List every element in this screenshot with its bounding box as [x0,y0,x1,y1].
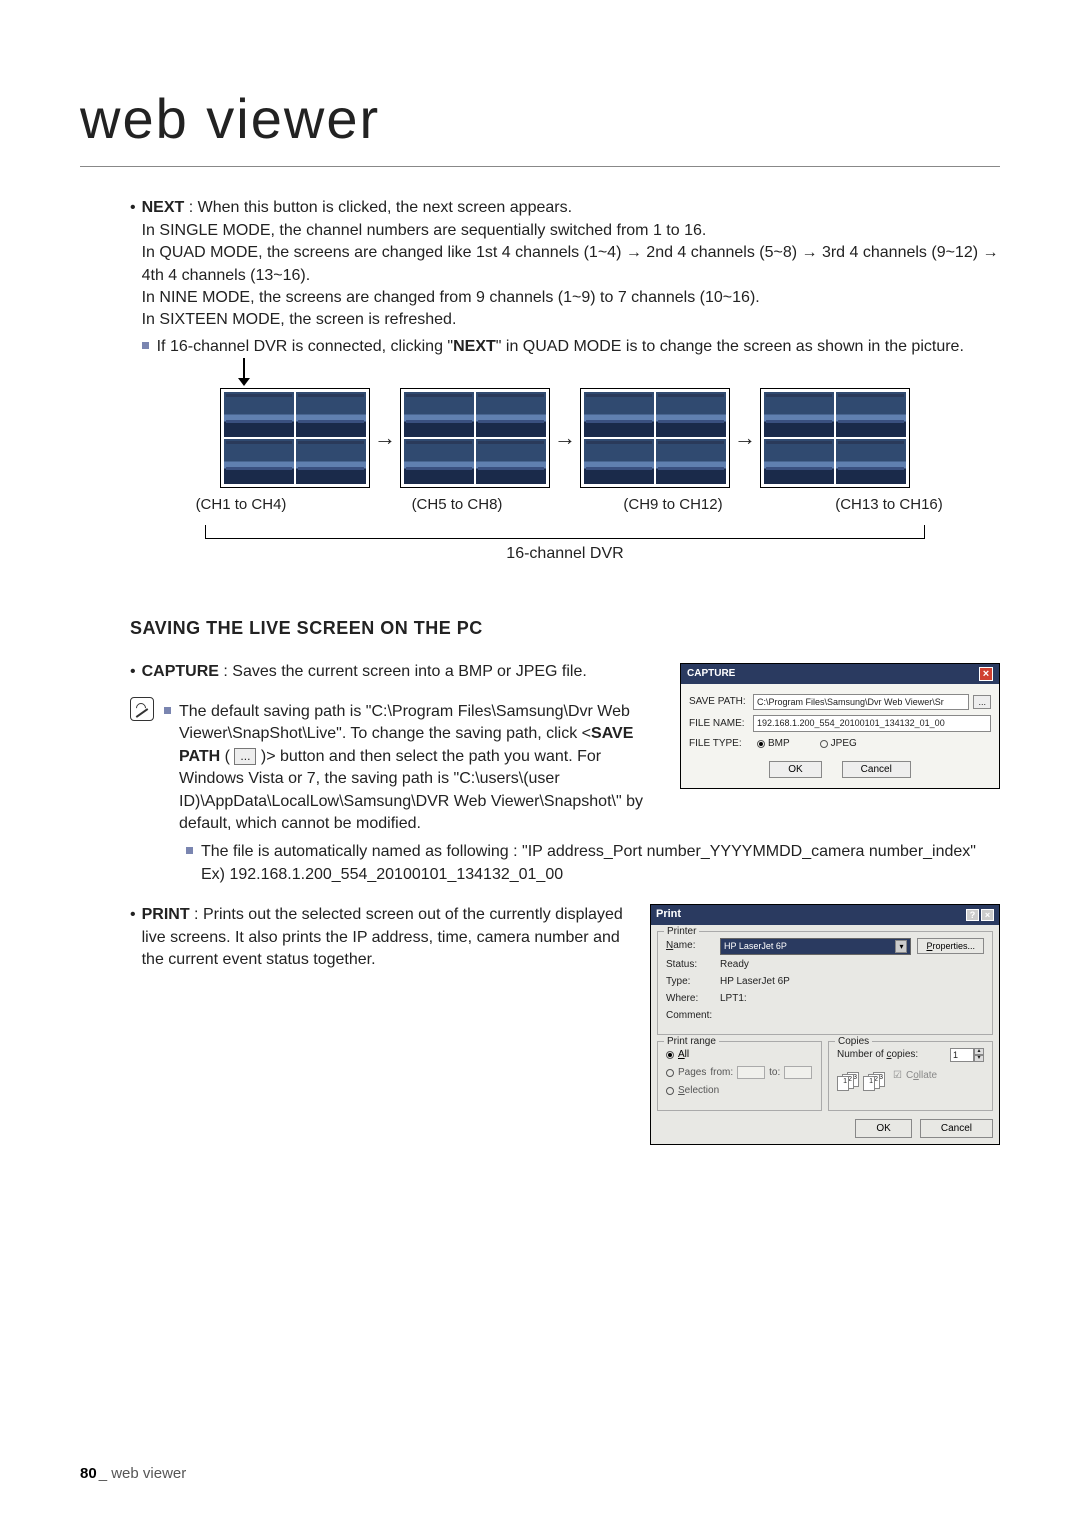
print-ok-button[interactable]: OK [855,1119,911,1138]
file-name-label: FILE NAME: [689,717,749,731]
page-footer: 80_ web viewer [80,1463,186,1484]
pages-from-input[interactable] [737,1066,765,1079]
next-single: In SINGLE MODE, the channel numbers are … [142,220,1000,242]
collate-checkbox[interactable]: ☑ Collate [893,1069,937,1083]
spin-up-icon[interactable]: ▴ [974,1048,984,1055]
note-icon [130,697,154,721]
print-dialog: Print ? × Printer Name: HP LaserJet 6P [650,904,1000,1145]
printer-name-select[interactable]: HP LaserJet 6P ▾ [720,938,911,955]
status-label: Status: [666,958,714,972]
file-name-input[interactable]: 192.168.1.200_554_20100101_134132_01_00 [753,715,991,732]
print-desc: : Prints out the selected screen out of … [142,906,623,968]
copies-fieldset: Copies Number of copies: 1 ▴▾ 123 [828,1041,993,1111]
range-legend: Print range [664,1035,719,1049]
next-note-row: If 16-channel DVR is connected, clicking… [142,336,1000,358]
capture-note-a: The default saving path is "C:\Program F… [179,701,662,835]
bracket-icon [205,525,925,539]
where-value: LPT1: [720,992,747,1006]
page-number: 80 [80,1465,97,1482]
next-label: NEXT [142,199,185,216]
arrow-right-icon: → [374,423,396,454]
spin-down-icon[interactable]: ▾ [974,1055,984,1062]
capture-dialog: CAPTURE × SAVE PATH: C:\Program Files\Sa… [680,663,1000,789]
name-label: Name: [666,939,714,953]
close-icon[interactable]: × [981,909,994,921]
flow-label-2: (CH5 to CH8) [382,494,532,515]
close-icon[interactable]: × [979,667,993,681]
next-bullet: • NEXT : When this button is clicked, th… [130,197,1000,358]
capture-label: CAPTURE [142,663,219,680]
path-browse-icon-inline: ... [234,748,256,765]
quad-thumb-2 [400,388,550,488]
pages-to-input[interactable] [784,1066,812,1079]
printer-legend: Printer [664,925,699,939]
copies-input[interactable]: 1 [950,1048,974,1062]
flow-labels: (CH1 to CH4) (CH5 to CH8) (CH9 to CH12) … [130,494,1000,515]
chevron-down-icon[interactable]: ▾ [895,940,907,953]
print-label: PRINT [142,906,190,923]
capture-ok-button[interactable]: OK [769,761,821,778]
collate-icon: 123 123 [837,1073,885,1091]
radio-selection[interactable]: Selection [666,1084,813,1098]
print-dialog-title: Print [656,907,681,922]
capture-note-b: The file is automatically named as follo… [201,841,976,886]
quad-thumb-4 [760,388,910,488]
next-nine: In NINE MODE, the screens are changed fr… [142,287,1000,309]
browse-button[interactable]: ... [973,695,991,710]
print-cancel-button[interactable]: Cancel [920,1119,993,1138]
where-label: Where: [666,992,714,1006]
radio-pages[interactable]: Pages from: to: [666,1066,813,1080]
next-quad: In QUAD MODE, the screens are changed li… [142,242,1000,287]
type-value: HP LaserJet 6P [720,975,790,989]
next-note-suffix: " in QUAD MODE is to change the screen a… [496,338,964,355]
capture-desc: : Saves the current screen into a BMP or… [219,663,587,680]
square-bullet-icon [142,342,149,349]
copies-label: Number of copies: [837,1048,918,1062]
help-icon[interactable]: ? [966,909,979,921]
capture-dialog-title: CAPTURE [687,667,735,681]
print-range-fieldset: Print range All Pages from: to: Selectio… [657,1041,822,1111]
page-title: web viewer [80,80,1000,167]
next-note-bold: NEXT [453,338,496,355]
footer-text: web viewer [111,1465,186,1482]
quad-thumb-1 [220,388,370,488]
flow-label-1: (CH1 to CH4) [166,494,316,515]
flow-bottom-label: 16-channel DVR [506,545,623,562]
next-sixteen: In SIXTEEN MODE, the screen is refreshed… [142,309,1000,331]
quad-flow: → → → [130,388,1000,488]
next-note-prefix: If 16-channel DVR is connected, clicking… [157,338,454,355]
radio-all[interactable]: All [666,1048,813,1062]
saving-heading: SAVING THE LIVE SCREEN ON THE PC [130,616,1000,641]
arrow-right-icon: → [734,423,756,454]
file-type-label: FILE TYPE: [689,737,749,751]
flow-down-arrow-icon [238,358,250,386]
arrow-right-icon: → [554,423,576,454]
next-desc: : When this button is clicked, the next … [184,199,572,216]
printer-fieldset: Printer Name: HP LaserJet 6P ▾ Propertie… [657,931,993,1035]
flow-label-3: (CH9 to CH12) [598,494,748,515]
save-path-label: SAVE PATH: [689,695,749,709]
type-label: Type: [666,975,714,989]
capture-cancel-button[interactable]: Cancel [842,761,911,778]
quad-thumb-3 [580,388,730,488]
copies-legend: Copies [835,1035,872,1049]
status-value: Ready [720,958,749,972]
comment-label: Comment: [666,1009,714,1023]
radio-jpeg[interactable]: JPEG [820,737,857,751]
square-bullet-icon [164,707,171,714]
save-path-input[interactable]: C:\Program Files\Samsung\Dvr Web Viewer\… [753,694,969,711]
flow-label-4: (CH13 to CH16) [814,494,964,515]
capture-bullet: • CAPTURE : Saves the current screen int… [130,661,662,683]
print-bullet: • PRINT : Prints out the selected screen… [130,904,632,971]
radio-bmp[interactable]: BMP [757,737,790,751]
properties-button[interactable]: Properties... [917,938,984,954]
square-bullet-icon [186,847,193,854]
